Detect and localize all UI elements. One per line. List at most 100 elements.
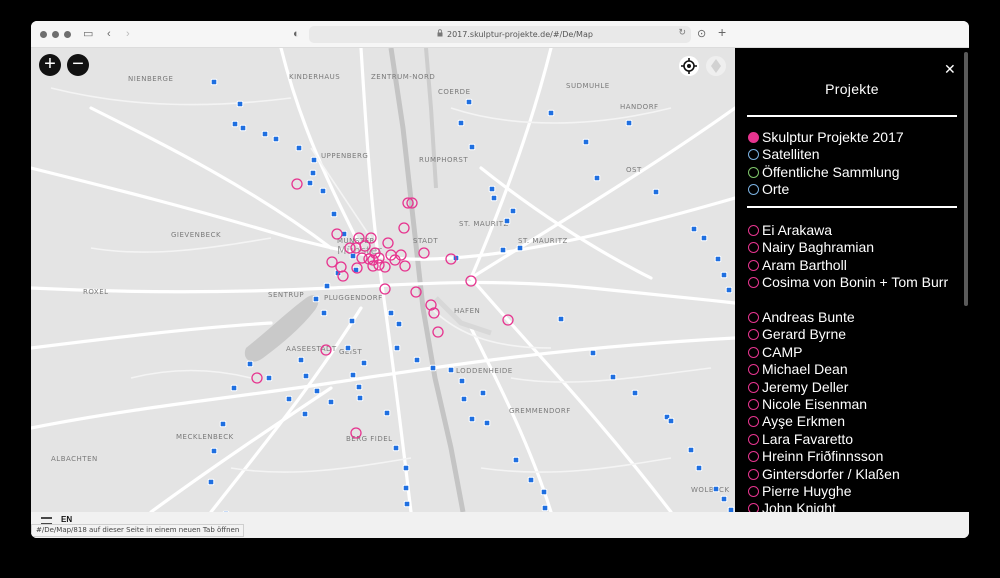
artist-item[interactable]: Lara Favaretto [748,431,958,448]
transit-stop-icon[interactable] [460,395,468,403]
transit-stop-icon[interactable] [402,484,410,492]
transit-stop-icon[interactable] [295,144,303,152]
transit-stop-icon[interactable] [714,255,722,263]
transit-stop-icon[interactable] [272,135,280,143]
map-svg[interactable]: NIENBERGE KINDERHAUS ZENTRUM-NORDCOERDE SUD… [31,48,735,512]
forward-icon[interactable]: › [126,26,130,42]
zoom-out-button[interactable]: − [67,54,89,76]
download-icon[interactable]: ⊙ [697,26,706,42]
transit-stop-icon[interactable] [499,246,507,254]
transit-stop-icon[interactable] [403,500,411,508]
transit-stop-icon[interactable] [285,395,293,403]
artist-item[interactable]: Aram Bartholl [748,257,958,274]
transit-stop-icon[interactable] [652,188,660,196]
transit-stop-icon[interactable] [540,488,548,496]
transit-stop-icon[interactable] [302,372,310,380]
transit-stop-icon[interactable] [488,185,496,193]
back-icon[interactable]: ‹ [107,26,111,42]
transit-stop-icon[interactable] [479,389,487,397]
transit-stop-icon[interactable] [323,282,331,290]
transit-stop-icon[interactable] [465,98,473,106]
transit-stop-icon[interactable] [512,456,520,464]
transit-stop-icon[interactable] [458,377,466,385]
transit-stop-icon[interactable] [310,156,318,164]
transit-stop-icon[interactable] [547,109,555,117]
transit-stop-icon[interactable] [239,124,247,132]
transit-stop-icon[interactable] [230,384,238,392]
transit-stop-icon[interactable] [320,309,328,317]
filter-item[interactable]: Skulptur Projekte 2017 [748,129,904,146]
transit-stop-icon[interactable] [457,119,465,127]
transit-stop-icon[interactable] [356,394,364,402]
transit-stop-icon[interactable] [306,179,314,187]
transit-stop-icon[interactable] [589,349,597,357]
artist-item[interactable]: CAMP [748,344,958,361]
transit-stop-icon[interactable] [246,360,254,368]
transit-stop-icon[interactable] [720,495,728,503]
project-marker-icon[interactable] [382,237,394,249]
transit-stop-icon[interactable] [631,389,639,397]
transit-stop-icon[interactable] [392,444,400,452]
close-icon[interactable]: ✕ [944,61,956,78]
transit-stop-icon[interactable] [700,234,708,242]
transit-stop-icon[interactable] [516,244,524,252]
transit-stop-icon[interactable] [349,371,357,379]
transit-stop-icon[interactable] [301,410,309,418]
transit-stop-icon[interactable] [312,295,320,303]
transit-stop-icon[interactable] [712,485,720,493]
transit-stop-icon[interactable] [360,359,368,367]
transit-stop-icon[interactable] [593,174,601,182]
transit-stop-icon[interactable] [210,447,218,455]
transit-stop-icon[interactable] [447,366,455,374]
transit-stop-icon[interactable] [236,100,244,108]
transit-stop-icon[interactable] [720,271,728,279]
transit-stop-icon[interactable] [490,194,498,202]
locate-button[interactable] [679,56,699,76]
artist-item[interactable]: Nicole Eisenman [748,396,958,413]
project-marker-icon[interactable] [291,178,303,190]
transit-stop-icon[interactable] [557,315,565,323]
artist-item[interactable]: Nairy Baghramian [748,239,958,256]
transit-stop-icon[interactable] [207,478,215,486]
transit-stop-icon[interactable] [527,476,535,484]
transit-stop-icon[interactable] [355,383,363,391]
transit-stop-icon[interactable] [319,187,327,195]
filter-item[interactable]: Öffentliche Sammlung [748,164,899,181]
transit-stop-icon[interactable] [393,344,401,352]
transit-stop-icon[interactable] [690,225,698,233]
transit-stop-icon[interactable] [609,373,617,381]
project-marker-icon[interactable] [399,260,411,272]
project-marker-icon[interactable] [398,222,410,234]
transit-stop-icon[interactable] [582,138,590,146]
transit-stop-icon[interactable] [402,464,410,472]
transit-stop-icon[interactable] [395,320,403,328]
artist-item[interactable]: John Knight [748,500,958,512]
address-bar[interactable]: 2017.skulptur-projekte.de/#/De/Map ↻ [309,26,691,43]
transit-stop-icon[interactable] [667,417,675,425]
new-tab-icon[interactable]: + [718,24,726,40]
transit-stop-icon[interactable] [219,420,227,428]
transit-stop-icon[interactable] [330,210,338,218]
transit-stop-icon[interactable] [387,309,395,317]
filter-item[interactable]: Satelliten [748,146,820,163]
project-marker-icon[interactable] [251,372,263,384]
transit-stop-icon[interactable] [687,446,695,454]
transit-stop-icon[interactable] [265,374,273,382]
transit-stop-icon[interactable] [297,356,305,364]
compass-button[interactable] [706,56,726,76]
transit-stop-icon[interactable] [261,130,269,138]
transit-stop-icon[interactable] [383,409,391,417]
artist-item[interactable]: Michael Dean [748,361,958,378]
map-canvas[interactable]: NIENBERGE KINDERHAUS ZENTRUM-NORD COERDE SUD… [31,48,735,512]
language-switch[interactable]: EN [61,515,72,524]
transit-stop-icon[interactable] [313,387,321,395]
artist-item[interactable]: Jeremy Deller [748,379,958,396]
transit-stop-icon[interactable] [348,317,356,325]
transit-stop-icon[interactable] [327,398,335,406]
minimize-window-button[interactable] [52,31,59,38]
transit-stop-icon[interactable] [349,252,357,260]
transit-stop-icon[interactable] [625,119,633,127]
artist-item[interactable]: Hreinn Friðfinnsson [748,448,958,465]
shield-icon[interactable]: ◐ [293,26,300,42]
transit-stop-icon[interactable] [695,464,703,472]
